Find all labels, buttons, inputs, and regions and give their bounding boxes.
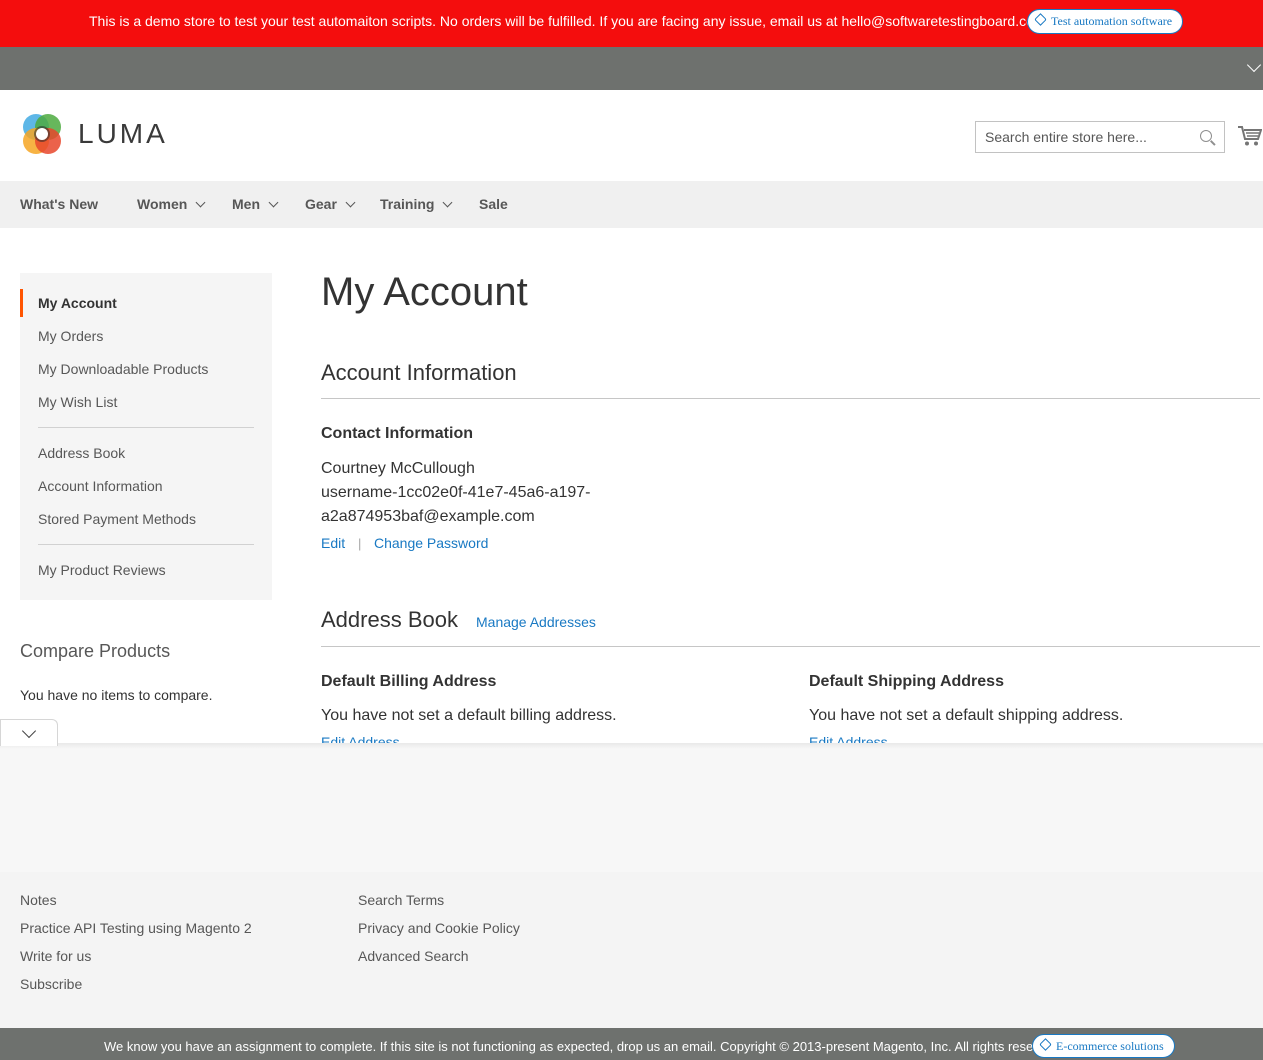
contact-information-title: Contact Information xyxy=(321,425,473,442)
default-shipping-title: Default Shipping Address xyxy=(809,673,1004,690)
link-separator: | xyxy=(358,536,362,551)
page-title: My Account xyxy=(321,270,528,314)
nav-item-label: Men xyxy=(232,196,260,212)
tag-icon xyxy=(1039,1038,1052,1051)
search-input[interactable] xyxy=(976,122,1186,152)
nav-item-sale[interactable]: Sale xyxy=(479,196,508,212)
chevron-down-icon xyxy=(443,197,453,208)
footer-link-notes[interactable]: Notes xyxy=(20,892,57,908)
customer-email-line-2: a2a874953baf@example.com xyxy=(321,508,535,525)
chevron-down-icon[interactable] xyxy=(1246,57,1262,73)
chevron-down-icon xyxy=(268,197,279,208)
search-box[interactable] xyxy=(975,121,1225,153)
tag-icon xyxy=(1034,13,1047,26)
chevron-down-icon xyxy=(195,197,206,208)
nav-item-whats-new[interactable]: What's New xyxy=(20,196,98,212)
nav-item-label: Gear xyxy=(305,196,337,212)
nav-item-label: Women xyxy=(137,196,188,212)
billing-address-text: You have not set a default billing addre… xyxy=(321,707,617,724)
nav-item-label: Sale xyxy=(479,196,508,212)
nav-item-label: Training xyxy=(380,196,435,212)
sidebar-item-downloadable-products[interactable]: My Downloadable Products xyxy=(38,361,208,377)
chevron-down-icon xyxy=(21,723,37,739)
test-automation-badge-label: Test automation software xyxy=(1051,14,1173,28)
manage-addresses-link[interactable]: Manage Addresses xyxy=(476,614,596,630)
luma-logo-icon xyxy=(23,114,61,154)
default-billing-title: Default Billing Address xyxy=(321,673,497,690)
nav-item-training[interactable]: Training xyxy=(380,196,453,212)
test-automation-badge[interactable]: Test automation software xyxy=(1027,9,1184,34)
site-footer: Notes Practice API Testing using Magento… xyxy=(0,872,1263,1028)
address-book-title: Address Book xyxy=(321,607,458,632)
account-sidebar: My Account My Orders My Downloadable Pro… xyxy=(20,273,272,600)
sidebar-item-my-account: My Account xyxy=(38,295,117,311)
nav-item-label: What's New xyxy=(20,196,99,212)
footer-link-advanced-search[interactable]: Advanced Search xyxy=(358,948,469,964)
footer-link-subscribe[interactable]: Subscribe xyxy=(20,976,82,992)
sidebar-item-account-information[interactable]: Account Information xyxy=(38,478,163,494)
footer-link-search-terms[interactable]: Search Terms xyxy=(358,892,444,908)
panel-header-bar xyxy=(0,47,1263,90)
section-divider xyxy=(321,646,1260,647)
panel-edge xyxy=(0,743,1263,749)
compare-empty-text: You have no items to compare. xyxy=(20,687,213,703)
shopping-cart-icon[interactable] xyxy=(1238,125,1262,147)
search-icon[interactable] xyxy=(1200,130,1212,142)
footer-link-write-for-us[interactable]: Write for us xyxy=(20,948,91,964)
sidebar-item-product-reviews[interactable]: My Product Reviews xyxy=(38,562,166,578)
demo-banner: This is a demo store to test your test a… xyxy=(0,0,1263,47)
ecommerce-solutions-badge-label: E-commerce solutions xyxy=(1056,1039,1164,1053)
demo-banner-message: This is a demo store to test your test a… xyxy=(89,13,1050,29)
sidebar-item-stored-payment-methods[interactable]: Stored Payment Methods xyxy=(38,511,196,527)
copyright-bar: We know you have an assignment to comple… xyxy=(0,1028,1263,1060)
account-information-title: Account Information xyxy=(321,360,517,385)
logo-text: LUMA xyxy=(78,118,168,149)
customer-name: Courtney McCullough xyxy=(321,460,475,477)
collapsed-panel xyxy=(0,746,1263,872)
nav-item-men[interactable]: Men xyxy=(232,196,279,212)
nav-item-women[interactable]: Women xyxy=(137,196,206,212)
sidebar-divider xyxy=(38,427,254,428)
sidebar-item-my-orders[interactable]: My Orders xyxy=(38,328,103,344)
edit-contact-link[interactable]: Edit xyxy=(321,535,345,551)
main-navigation: What's New Women Men Gear Training Sale xyxy=(0,181,1263,228)
footer-link-privacy-policy[interactable]: Privacy and Cookie Policy xyxy=(358,920,520,936)
change-password-link[interactable]: Change Password xyxy=(374,535,488,551)
site-header: LUMA xyxy=(0,90,1263,181)
sidebar-item-address-book[interactable]: Address Book xyxy=(38,445,125,461)
sidebar-item-wish-list[interactable]: My Wish List xyxy=(38,394,117,410)
luma-logo[interactable]: LUMA xyxy=(20,112,168,156)
customer-email-line-1: username-1cc02e0f-41e7-45a6-a197- xyxy=(321,484,591,501)
ecommerce-solutions-badge[interactable]: E-commerce solutions xyxy=(1032,1034,1175,1058)
footer-link-api-testing[interactable]: Practice API Testing using Magento 2 xyxy=(20,920,252,936)
copyright-message: We know you have an assignment to comple… xyxy=(104,1039,1063,1054)
nav-item-gear[interactable]: Gear xyxy=(305,196,356,212)
collapse-toggle[interactable] xyxy=(0,719,58,746)
sidebar-divider xyxy=(38,544,254,545)
shipping-address-text: You have not set a default shipping addr… xyxy=(809,707,1124,724)
chevron-down-icon xyxy=(345,197,356,208)
section-divider xyxy=(321,398,1260,399)
compare-products-title: Compare Products xyxy=(20,641,171,661)
active-indicator xyxy=(20,289,23,317)
